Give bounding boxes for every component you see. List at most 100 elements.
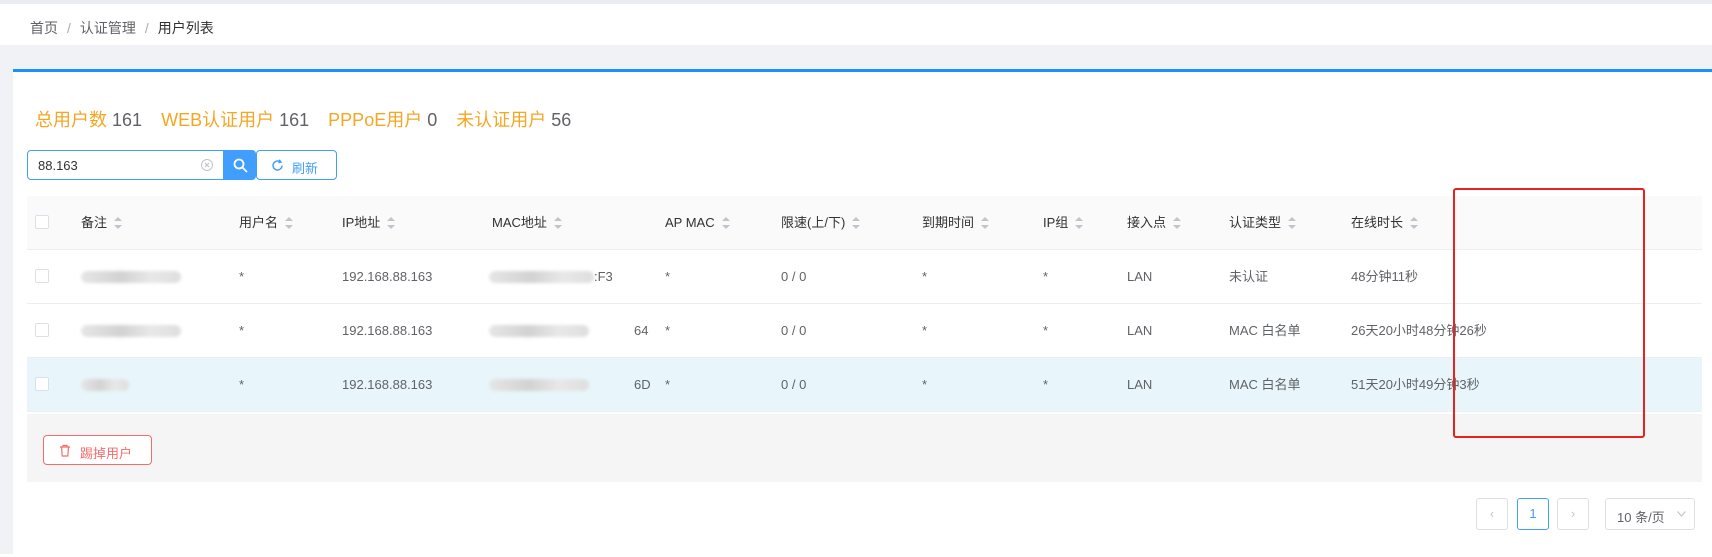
column-header-label: IP地址 <box>342 215 381 230</box>
cell-expire: * <box>922 323 928 338</box>
column-header-label: MAC地址 <box>492 215 547 230</box>
column-header-label: IP组 <box>1043 215 1069 230</box>
column-header-ap-mac[interactable]: AP MAC <box>665 196 730 249</box>
user-stats: 总用户数 161 WEB认证用户 161 PPPoE用户 0 未认证用户 56 <box>35 106 585 132</box>
column-header-label: 在线时长 <box>1351 215 1404 230</box>
cell-access-point: LAN <box>1127 377 1153 392</box>
sort-icon[interactable] <box>721 216 730 229</box>
page-number-button[interactable]: 1 <box>1517 498 1549 530</box>
kick-users-label: 踢掉用户 <box>80 446 133 461</box>
cell-username: * <box>239 269 245 284</box>
cell-mac-suffix: 6D <box>634 377 651 392</box>
chevron-down-icon <box>1677 511 1686 517</box>
sort-icon[interactable] <box>852 216 861 229</box>
refresh-button[interactable]: 刷新 <box>256 150 337 180</box>
sort-icon[interactable] <box>553 216 562 229</box>
row-checkbox[interactable] <box>35 323 49 337</box>
cell-ip-group: * <box>1043 377 1049 392</box>
column-header-label: 认证类型 <box>1229 215 1282 230</box>
column-header-remark[interactable]: 备注 <box>81 196 123 249</box>
cell-auth-type: 未认证 <box>1229 269 1269 284</box>
page-size-select[interactable]: 10 条/页 <box>1605 498 1695 530</box>
cell-expire: * <box>922 377 928 392</box>
column-header-auth-type[interactable]: 认证类型 <box>1229 196 1297 249</box>
sort-icon[interactable] <box>1288 216 1297 229</box>
column-header-ip-group[interactable]: IP组 <box>1043 196 1084 249</box>
cell-ap-mac: * <box>665 323 671 338</box>
select-all-checkbox[interactable] <box>35 215 49 229</box>
pppoe-users-value: 0 <box>427 110 438 130</box>
table-row[interactable]: * 192.168.88.163 6D * 0 / 0 * * LAN MAC … <box>27 358 1702 412</box>
chevron-left-icon: ‹ <box>1489 506 1495 521</box>
prev-page-button[interactable]: ‹ <box>1476 498 1508 530</box>
total-users-value: 161 <box>112 110 143 130</box>
column-header-expire[interactable]: 到期时间 <box>922 196 990 249</box>
table-header: 备注 用户名 IP地址 MAC地址 AP MAC 限速(上/下) 到期时间 IP… <box>27 196 1702 250</box>
column-header-label: 备注 <box>81 215 108 230</box>
cell-ap-mac: * <box>665 377 671 392</box>
next-page-button[interactable]: › <box>1557 498 1589 530</box>
cell-expire: * <box>922 269 928 284</box>
breadcrumb-auth-management[interactable]: 认证管理 <box>80 18 136 38</box>
breadcrumb-home[interactable]: 首页 <box>30 18 58 38</box>
cell-ip: 192.168.88.163 <box>342 269 433 284</box>
kick-users-button[interactable]: 踢掉用户 <box>43 435 152 465</box>
cell-ap-mac: * <box>665 269 671 284</box>
cell-username: * <box>239 323 245 338</box>
column-header-label: 接入点 <box>1127 215 1167 230</box>
column-header-rate[interactable]: 限速(上/下) <box>781 196 861 249</box>
refresh-icon <box>272 159 283 171</box>
sort-icon[interactable] <box>285 216 294 229</box>
cell-mac-suffix: 64 <box>634 323 649 338</box>
cell-username: * <box>239 377 245 392</box>
cell-ip: 192.168.88.163 <box>342 377 433 392</box>
cell-ip-group: * <box>1043 323 1049 338</box>
unauth-users-value: 56 <box>551 110 572 130</box>
search-button[interactable] <box>224 150 256 180</box>
row-checkbox[interactable] <box>35 377 49 391</box>
table-row[interactable]: * 192.168.88.163 64 * 0 / 0 * * LAN MAC … <box>27 304 1702 358</box>
sort-icon[interactable] <box>981 216 990 229</box>
sort-icon[interactable] <box>1410 216 1419 229</box>
cell-auth-type: MAC 白名单 <box>1229 323 1301 338</box>
search-input[interactable] <box>38 151 198 179</box>
column-header-online-duration[interactable]: 在线时长 <box>1351 196 1419 249</box>
cell-access-point: LAN <box>1127 323 1153 338</box>
column-header-ip[interactable]: IP地址 <box>342 196 396 249</box>
cell-access-point: LAN <box>1127 269 1153 284</box>
breadcrumb: 首页 / 认证管理 / 用户列表 <box>30 18 214 38</box>
sort-icon[interactable] <box>1173 216 1182 229</box>
redacted-mac <box>489 271 594 283</box>
total-users-label: 总用户数 <box>35 110 107 130</box>
column-header-label: 到期时间 <box>922 215 975 230</box>
redacted-mac <box>489 325 589 337</box>
web-users-value: 161 <box>279 110 310 130</box>
cell-rate: 0 / 0 <box>781 269 807 284</box>
web-users-label: WEB认证用户 <box>161 110 275 130</box>
column-header-access-point[interactable]: 接入点 <box>1127 196 1182 249</box>
sort-icon[interactable] <box>1075 216 1084 229</box>
redacted-remark <box>81 325 181 337</box>
top-divider <box>0 0 1712 4</box>
column-header-label: 用户名 <box>239 215 279 230</box>
redacted-mac <box>489 379 589 391</box>
trash-icon <box>60 444 70 457</box>
search-field[interactable] <box>27 150 224 180</box>
column-header-mac[interactable]: MAC地址 <box>492 196 562 249</box>
sort-icon[interactable] <box>387 216 396 229</box>
table-row[interactable]: * 192.168.88.163 :F3 * 0 / 0 * * LAN 未认证… <box>27 250 1702 304</box>
breadcrumb-separator: / <box>67 20 71 36</box>
redacted-remark <box>81 379 129 391</box>
row-checkbox[interactable] <box>35 269 49 283</box>
cell-rate: 0 / 0 <box>781 323 807 338</box>
cell-mac-suffix: :F3 <box>594 269 613 284</box>
cell-online-duration: 48分钟11秒 <box>1351 269 1418 284</box>
column-header-username[interactable]: 用户名 <box>239 196 294 249</box>
sort-icon[interactable] <box>114 216 123 229</box>
clear-icon[interactable] <box>201 159 213 171</box>
breadcrumb-user-list: 用户列表 <box>157 20 214 36</box>
breadcrumb-separator: / <box>144 20 149 36</box>
cell-ip: 192.168.88.163 <box>342 323 433 338</box>
table-footer <box>27 414 1702 482</box>
column-header-label: 限速(上/下) <box>781 215 846 230</box>
